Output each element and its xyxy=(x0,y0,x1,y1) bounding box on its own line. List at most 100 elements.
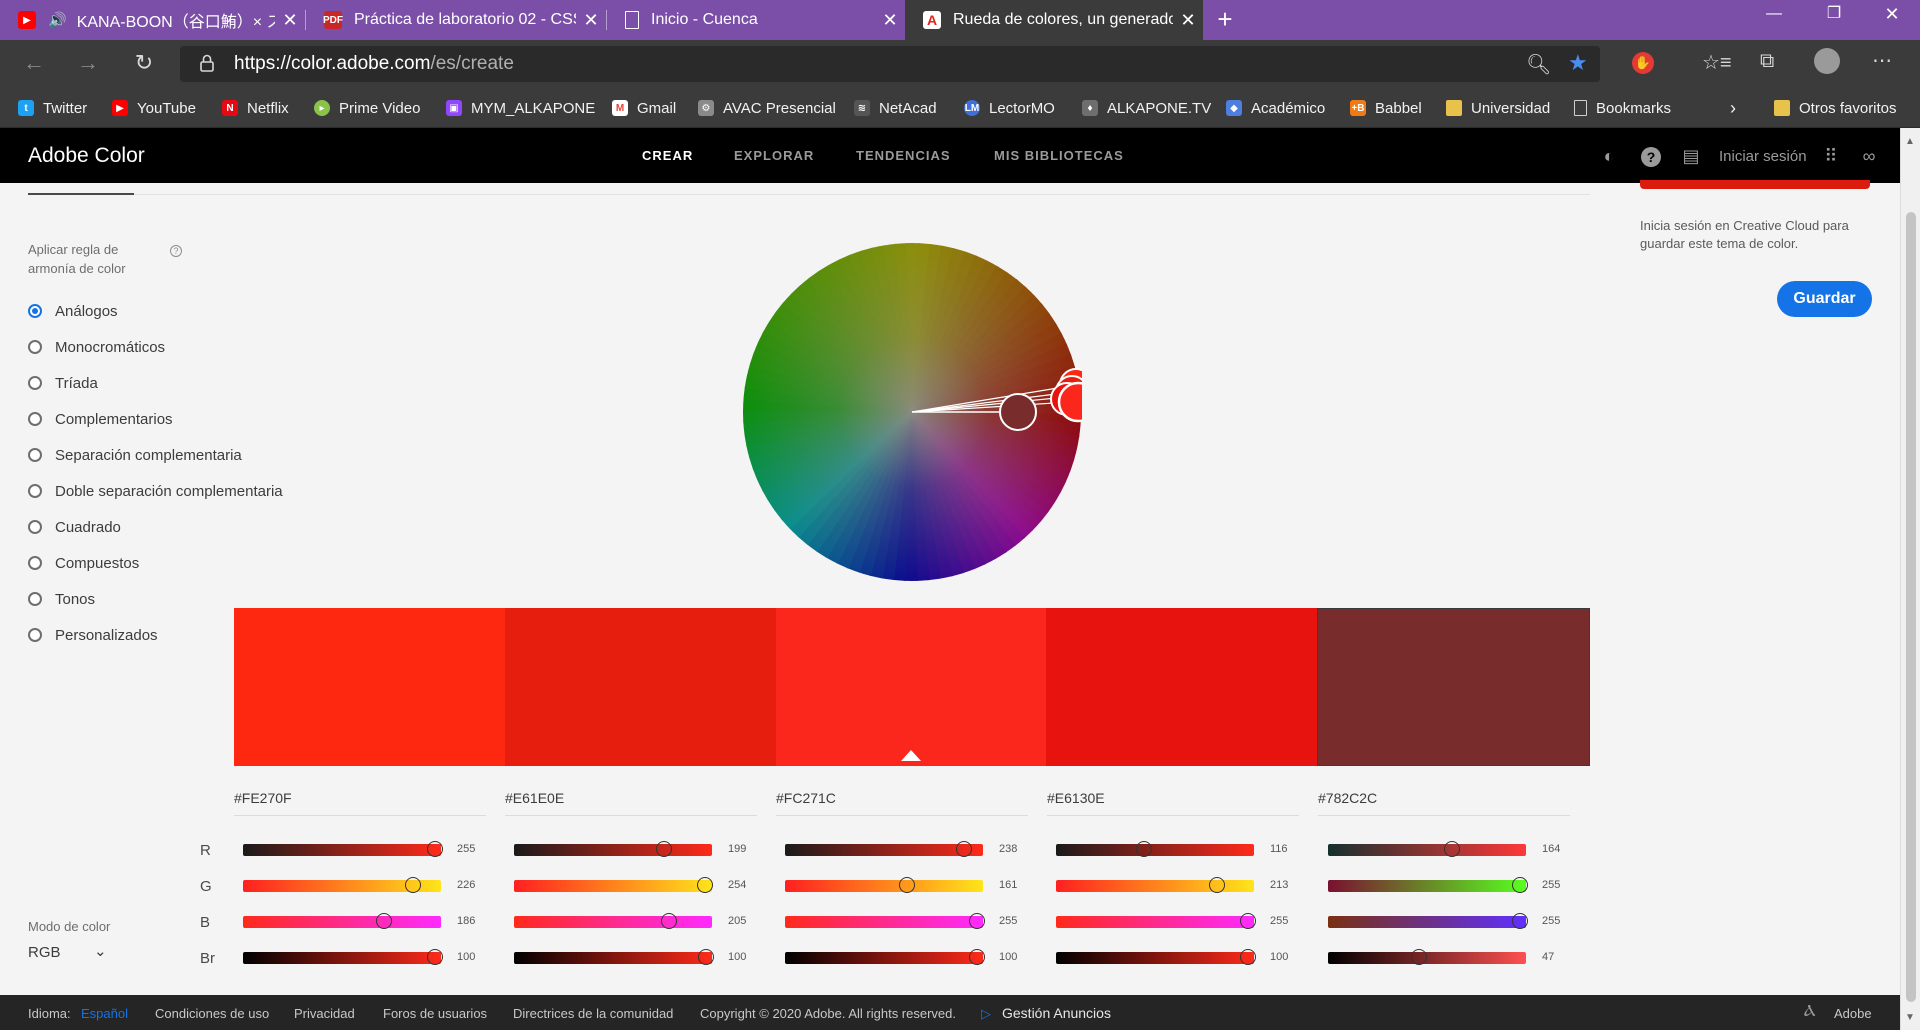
slider-handle[interactable] xyxy=(899,877,915,893)
slider-track[interactable] xyxy=(1056,916,1254,928)
bookmark-netflix[interactable]: N Netflix xyxy=(222,88,289,128)
address-bar[interactable]: https://color.adobe.com/es/create 🔍︎ ★ xyxy=(180,46,1600,82)
color-wheel[interactable] xyxy=(742,242,1099,582)
harmony-option[interactable]: Doble separación complementaria xyxy=(28,480,283,502)
favorites-list-icon[interactable]: ☆≡ xyxy=(1702,50,1732,75)
creative-cloud-icon[interactable]: ∞ xyxy=(1858,145,1880,167)
channel-slider[interactable]: 164 xyxy=(1328,840,1588,860)
channel-slider[interactable]: 255 xyxy=(1328,876,1588,896)
footer-link-privacy[interactable]: Privacidad xyxy=(294,1006,355,1021)
radio-button[interactable] xyxy=(28,592,42,606)
slider-track[interactable] xyxy=(1328,952,1526,964)
harmony-option[interactable]: Cuadrado xyxy=(28,516,121,538)
slider-track[interactable] xyxy=(1328,880,1526,892)
slider-handle[interactable] xyxy=(376,913,392,929)
channel-slider[interactable]: 186 xyxy=(243,912,503,932)
channel-slider[interactable]: 213 xyxy=(1056,876,1316,896)
slider-track[interactable] xyxy=(1328,844,1526,856)
minimize-button[interactable]: — xyxy=(1746,0,1802,30)
channel-slider[interactable]: 161 xyxy=(785,876,1045,896)
color-mode-select[interactable]: RGB xyxy=(28,944,61,961)
slider-track[interactable] xyxy=(514,844,712,856)
slider-handle[interactable] xyxy=(1512,877,1528,893)
feedback-icon[interactable]: ▤ xyxy=(1680,145,1702,167)
tab-youtube[interactable]: ▶ 🔊 KANA-BOON（谷口鮪）× ス ✕ xyxy=(0,0,305,40)
channel-slider[interactable]: 116 xyxy=(1056,840,1316,860)
harmony-option[interactable]: Complementarios xyxy=(28,408,173,430)
channel-slider[interactable]: 254 xyxy=(514,876,774,896)
slider-track[interactable] xyxy=(1328,916,1526,928)
contrast-icon[interactable]: ◐ xyxy=(1598,145,1620,167)
bookmark-prime-video[interactable]: ▸ Prime Video xyxy=(314,88,420,128)
channel-slider[interactable]: 100 xyxy=(785,948,1045,968)
color-swatch[interactable] xyxy=(775,608,1047,766)
slider-track[interactable] xyxy=(785,952,983,964)
radio-button[interactable] xyxy=(28,304,42,318)
radio-button[interactable] xyxy=(28,484,42,498)
back-button[interactable]: ← xyxy=(16,48,52,80)
slider-handle[interactable] xyxy=(656,841,672,857)
slider-handle[interactable] xyxy=(1411,949,1427,965)
slider-track[interactable] xyxy=(243,844,441,856)
bookmark-gmail[interactable]: M Gmail xyxy=(612,88,676,128)
restore-button[interactable]: ❐ xyxy=(1806,0,1862,30)
language-link[interactable]: Español xyxy=(81,1006,128,1021)
scrollbar-thumb[interactable] xyxy=(1906,212,1916,1002)
radio-button[interactable] xyxy=(28,556,42,570)
footer-link-guidelines[interactable]: Directrices de la comunidad xyxy=(513,1006,673,1021)
slider-track[interactable] xyxy=(1056,952,1254,964)
nav-mis-bibliotecas[interactable]: MIS BIBLIOTECAS xyxy=(994,148,1124,163)
signin-link[interactable]: Iniciar sesión xyxy=(1719,148,1807,165)
chevron-right-icon[interactable]: › xyxy=(1730,88,1736,128)
ad-choices-link[interactable]: Gestión Anuncios xyxy=(1002,1005,1111,1021)
slider-handle[interactable] xyxy=(1240,913,1256,929)
channel-slider[interactable]: 255 xyxy=(1328,912,1588,932)
harmony-option[interactable]: Compuestos xyxy=(28,552,139,574)
bookmark-mym-alkapone[interactable]: ▣ MYM_ALKAPONE xyxy=(446,88,595,128)
harmony-option[interactable]: Tríada xyxy=(28,372,98,394)
close-tab-icon[interactable]: ✕ xyxy=(1173,10,1203,31)
radio-button[interactable] xyxy=(28,376,42,390)
slider-handle[interactable] xyxy=(427,841,443,857)
slider-handle[interactable] xyxy=(1240,949,1256,965)
harmony-option[interactable]: Tonos xyxy=(28,588,95,610)
tab-pdf[interactable]: PDF Práctica de laboratorio 02 - CSS3 ✕ xyxy=(306,0,606,40)
channel-slider[interactable]: 255 xyxy=(1056,912,1316,932)
hex-value-field[interactable]: #FE270F xyxy=(234,790,486,816)
color-swatch[interactable] xyxy=(1317,608,1590,766)
radio-button[interactable] xyxy=(28,520,42,534)
slider-track[interactable] xyxy=(243,916,441,928)
adobe-color-logo[interactable]: Adobe Color xyxy=(28,144,145,168)
slider-handle[interactable] xyxy=(1209,877,1225,893)
page-scrollbar[interactable]: ▲ ▼ xyxy=(1900,128,1920,1030)
nav-explorar[interactable]: EXPLORAR xyxy=(734,148,814,163)
close-tab-icon[interactable]: ✕ xyxy=(576,10,606,31)
profile-avatar-icon[interactable] xyxy=(1814,48,1840,80)
slider-handle[interactable] xyxy=(1136,841,1152,857)
channel-slider[interactable]: 226 xyxy=(243,876,503,896)
audio-icon[interactable]: 🔊 xyxy=(48,11,67,29)
hex-value[interactable]: #E6130E xyxy=(1047,790,1299,816)
channel-slider[interactable]: 100 xyxy=(514,948,774,968)
close-tab-icon[interactable]: ✕ xyxy=(875,10,905,31)
bookmark-bookmarks[interactable]: Bookmarks xyxy=(1574,88,1671,128)
channel-slider[interactable]: 47 xyxy=(1328,948,1588,968)
channel-slider[interactable]: 199 xyxy=(514,840,774,860)
channel-slider[interactable]: 238 xyxy=(785,840,1045,860)
slider-handle[interactable] xyxy=(405,877,421,893)
close-window-button[interactable]: ✕ xyxy=(1864,0,1920,30)
close-tab-icon[interactable]: ✕ xyxy=(275,10,305,31)
channel-slider[interactable]: 255 xyxy=(785,912,1045,932)
chevron-down-icon[interactable]: ⌄ xyxy=(94,942,107,960)
slider-handle[interactable] xyxy=(698,949,714,965)
slider-track[interactable] xyxy=(1056,844,1254,856)
channel-slider[interactable]: 255 xyxy=(243,840,503,860)
slider-handle[interactable] xyxy=(969,913,985,929)
info-icon[interactable]: ? xyxy=(170,245,182,257)
new-tab-button[interactable]: + xyxy=(1210,0,1240,40)
forward-button[interactable]: → xyxy=(70,48,106,80)
help-icon[interactable]: ? xyxy=(1640,145,1662,167)
slider-handle[interactable] xyxy=(1512,913,1528,929)
radio-button[interactable] xyxy=(28,628,42,642)
slider-track[interactable] xyxy=(785,844,983,856)
